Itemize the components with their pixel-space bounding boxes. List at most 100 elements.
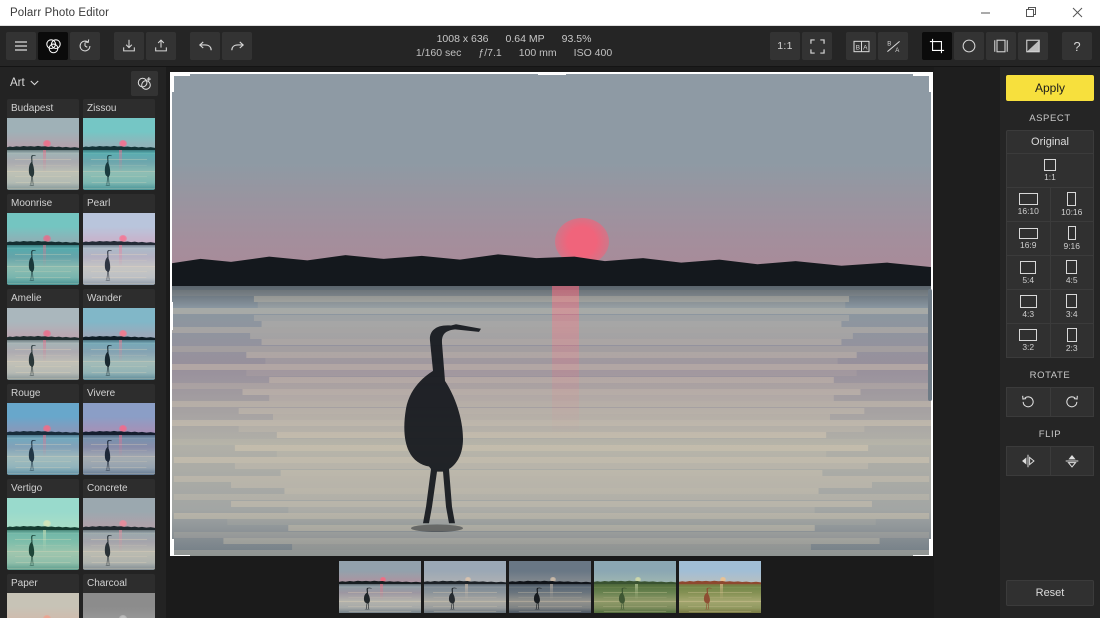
history-button[interactable] [70,32,100,60]
flip-horizontal-button[interactable] [1006,446,1051,476]
aspect-ratio-list: Original 1:1 16:10 10:16 16:9 9:16 5:4 4:5 4:3 3… [1006,130,1094,358]
flip-vertical-button[interactable] [1050,446,1094,476]
aspect-ratio-9-16-button[interactable]: 9:16 [1050,222,1094,256]
aspect-ratio-label: 4:5 [1065,275,1078,285]
aspect-ratio-3-2-button[interactable]: 3:2 [1006,324,1051,358]
aspect-ratio-5-4-button[interactable]: 5:4 [1006,256,1051,290]
filter-preview-thumbnail[interactable] [83,308,155,380]
fit-to-screen-button[interactable] [802,32,832,60]
compare-diagonal-button[interactable]: B A [878,32,908,60]
filter-card[interactable]: Zissou [83,99,155,190]
aspect-ratio-2-3-button[interactable]: 2:3 [1050,324,1094,358]
aspect-ratio-4-5-button[interactable]: 4:5 [1050,256,1094,290]
aspect-ratio-shape-icon [1067,192,1077,206]
close-button[interactable] [1054,0,1100,26]
import-button[interactable] [114,32,144,60]
photo-scene-layer [594,561,676,613]
minimize-button[interactable] [962,0,1008,26]
filter-card[interactable]: Pearl [83,194,155,285]
maximize-restore-button[interactable] [1008,0,1054,26]
filter-card[interactable]: Vertigo [7,479,79,570]
filter-card[interactable]: Rouge [7,384,79,475]
filter-preview-thumbnail[interactable] [83,118,155,190]
aspect-ratio-row: 5:4 4:5 [1006,256,1094,290]
photo-scene-layer [509,561,591,613]
aspect-ratio-shape-icon [1018,193,1038,205]
filter-preview-thumbnail[interactable] [7,593,79,618]
filter-card[interactable]: Wander [83,289,155,380]
filter-preview-thumbnail[interactable] [83,498,155,570]
zoom-actual-size-button[interactable]: 1:1 [770,32,800,60]
filters-header: Art [0,67,166,99]
aspect-ratio-1-1-button[interactable]: 1:1 [1006,154,1094,188]
apply-button[interactable]: Apply [1006,75,1094,101]
filter-preview-thumbnail[interactable] [7,498,79,570]
reset-button[interactable]: Reset [1006,580,1094,606]
aspect-ratio-shape-icon [1018,227,1038,239]
filter-preview-thumbnail[interactable] [7,308,79,380]
chevron-down-icon [30,80,39,86]
filter-preview-thumbnail[interactable] [7,213,79,285]
gradient-mask-button[interactable] [1018,32,1048,60]
aspect-ratio-16-10-button[interactable]: 16:10 [1006,188,1051,222]
redo-button[interactable] [222,32,252,60]
canvas-vertical-scrollbar[interactable] [928,289,932,401]
filter-name-label: Amelie [11,293,42,304]
aspect-ratio-shape-icon [1067,226,1076,240]
adjust-button[interactable] [38,32,68,60]
aspect-ratio-16-9-button[interactable]: 16:9 [1006,222,1051,256]
filmstrip-thumbnail[interactable] [339,561,421,613]
filmstrip-thumbnail[interactable] [679,561,761,613]
help-button[interactable]: ? [1062,32,1092,60]
compare-side-by-side-button[interactable]: B A [846,32,876,60]
filter-preview-thumbnail[interactable] [7,403,79,475]
filter-preview-thumbnail[interactable] [7,118,79,190]
rotate-clockwise-button[interactable] [1050,387,1094,417]
linear-mask-button[interactable] [986,32,1016,60]
filter-category-dropdown[interactable]: Art [10,77,39,89]
rotate-ccw-icon [1022,395,1034,408]
filter-card[interactable]: Amelie [7,289,79,380]
filmstrip-thumbnail[interactable] [594,561,676,613]
filter-card[interactable]: Vivere [83,384,155,475]
filter-card[interactable]: Concrete [83,479,155,570]
aspect-ratio-label: 3:2 [1022,342,1035,352]
metadata-shutter-speed: 1/160 sec [415,47,462,59]
crop-tool-button[interactable] [922,32,952,60]
aspect-ratio-3-4-button[interactable]: 3:4 [1050,290,1094,324]
filter-card[interactable]: Paper [7,574,79,618]
filter-name-label: Moonrise [11,198,53,209]
filter-preview-thumbnail[interactable] [83,593,155,618]
add-filter-button[interactable] [131,70,158,96]
photo-scene-layer [83,403,155,475]
filmstrip-thumbnail[interactable] [424,561,506,613]
photo-scene-layer [7,498,79,570]
photo-scene-layer [7,593,79,618]
filter-name-label: Budapest [11,103,54,114]
filter-category-label: Art [10,77,25,89]
aspect-ratio-10-16-button[interactable]: 10:16 [1050,188,1094,222]
photo-scene-layer [679,561,761,613]
aspect-ratio-shape-icon [1019,329,1038,341]
aspect-original-button[interactable]: Original [1006,130,1094,154]
menu-button[interactable] [6,32,36,60]
canvas-area[interactable] [166,67,934,618]
filter-card[interactable]: Budapest [7,99,79,190]
filter-preview-thumbnail[interactable] [83,403,155,475]
aspect-ratio-label: 1:1 [1044,172,1056,182]
main-photo[interactable] [170,72,933,559]
radial-mask-button[interactable] [954,32,984,60]
aspect-ratio-row: 16:9 9:16 [1006,222,1094,256]
filter-card[interactable]: Moonrise [7,194,79,285]
flip-horizontal-icon [1022,454,1035,468]
aspect-ratio-4-3-button[interactable]: 4:3 [1006,290,1051,324]
rotate-counterclockwise-button[interactable] [1006,387,1051,417]
filter-card[interactable]: Charcoal [83,574,155,618]
polarr-app-window: Polarr Photo Editor 1008 x 636 0.64 MP 9… [0,0,1100,618]
filmstrip-thumbnail[interactable] [509,561,591,613]
aspect-ratio-shape-icon [1019,294,1037,308]
undo-button[interactable] [190,32,220,60]
export-button[interactable] [146,32,176,60]
aspect-ratio-label: 16:9 [1019,239,1037,250]
filter-preview-thumbnail[interactable] [83,213,155,285]
